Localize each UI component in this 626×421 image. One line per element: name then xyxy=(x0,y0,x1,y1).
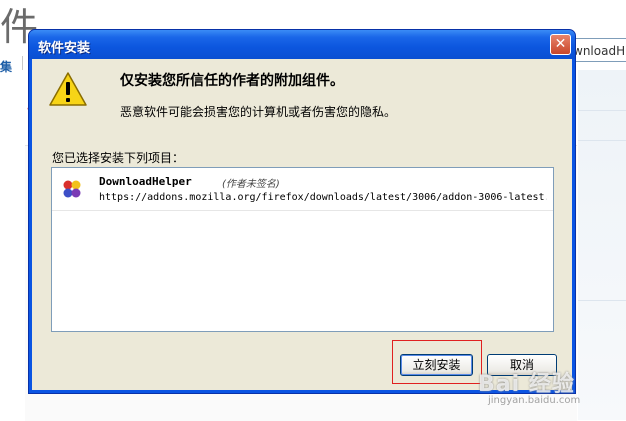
install-now-button[interactable]: 立刻安装 xyxy=(400,354,473,376)
dialog-client-area: 仅安装您所信任的作者的附加组件。 恶意软件可能会损害您的计算机或者伤害您的隐私。… xyxy=(32,59,572,390)
list-item[interactable]: DownloadHelper (作者未签名) https://addons.mo… xyxy=(52,168,553,211)
dialog-titlebar[interactable]: 软件安装 ✕ xyxy=(29,30,575,59)
watermark-url: jingyan.baidu.com xyxy=(488,395,581,406)
background-panel-divider xyxy=(578,300,626,301)
install-list-label: 您已选择安装下列项目： xyxy=(52,151,185,165)
close-icon: ✕ xyxy=(554,36,567,52)
background-panel-divider xyxy=(578,140,626,141)
dialog-title: 软件安装 xyxy=(38,41,91,56)
dialog-heading: 仅安装您所信任的作者的附加组件。 xyxy=(120,73,344,89)
background-panel-divider xyxy=(578,110,626,111)
addon-unsigned-note: (作者未签名) xyxy=(222,179,280,190)
watermark-logo: Bai 经验 xyxy=(478,372,575,397)
addon-puzzle-icon xyxy=(63,180,81,198)
warning-triangle-icon xyxy=(49,72,87,106)
addon-url: https://addons.mozilla.org/firefox/downl… xyxy=(99,192,547,203)
dialog-warning-text: 恶意软件可能会损害您的计算机或者伤害您的隐私。 xyxy=(120,105,397,119)
background-side-panel xyxy=(578,70,626,420)
software-install-dialog: 软件安装 ✕ 仅安装您所信任的作者的附加组件。 恶意软件可能会损害您的计算机或者… xyxy=(28,29,576,394)
install-items-list[interactable]: DownloadHelper (作者未签名) https://addons.mo… xyxy=(51,167,554,332)
addon-name: DownloadHelper xyxy=(99,175,192,188)
background-search-input[interactable]: wnloadH xyxy=(568,38,626,62)
close-button[interactable]: ✕ xyxy=(550,34,571,55)
background-separator xyxy=(22,56,23,70)
background-link[interactable]: 集 xyxy=(0,58,12,75)
